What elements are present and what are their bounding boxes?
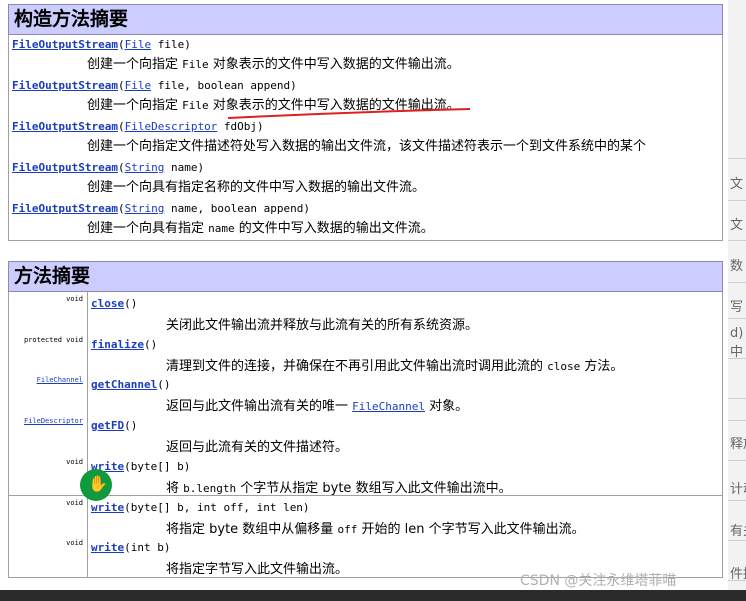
background-divider [728, 158, 746, 159]
hand-cursor-icon: ✋ [80, 469, 112, 501]
background-divider [728, 460, 746, 461]
background-text-fragment: d) [730, 326, 744, 341]
bottom-bar [0, 590, 746, 601]
red-annotation-underline [227, 108, 471, 119]
background-divider [728, 540, 746, 541]
background-text-fragment: 有关 [730, 524, 746, 539]
background-text-fragment: 文 [730, 177, 744, 192]
background-divider [728, 318, 746, 319]
background-text-fragment: 文 [730, 218, 744, 233]
background-divider [728, 358, 746, 359]
background-divider [728, 420, 746, 421]
background-text-fragment: 数 [730, 259, 744, 274]
background-divider [728, 282, 746, 283]
background-divider [728, 240, 746, 241]
background-text-fragment: 释放 [730, 437, 746, 452]
background-text-fragment: 写 [730, 300, 744, 315]
javadoc-page: 构造方法摘要 FileOutputStream(File file) 创建一个向指… [0, 0, 728, 590]
background-divider [728, 580, 746, 581]
background-text-fragment: 计动 [730, 482, 746, 497]
background-divider [728, 398, 746, 399]
background-divider [728, 500, 746, 501]
watermark: CSDN @关注永维塔菲喵 [520, 573, 677, 589]
background-window: 文文数写d)中释放计动有关件描 [728, 0, 746, 601]
background-divider [728, 200, 746, 201]
